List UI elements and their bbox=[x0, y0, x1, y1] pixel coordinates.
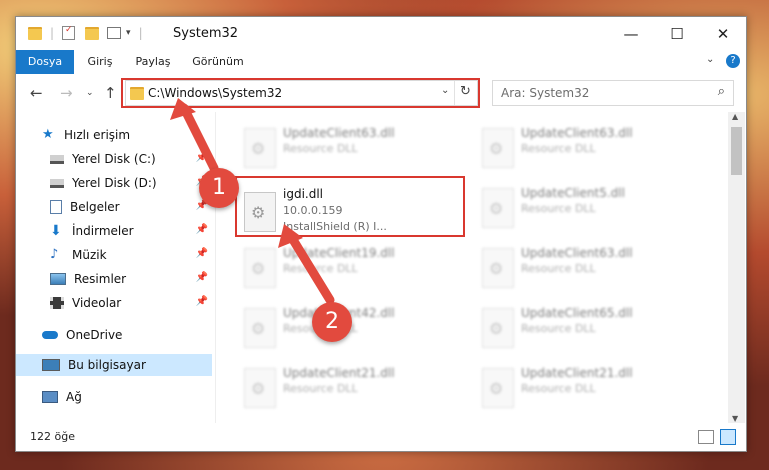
step-badge-2: 2 bbox=[312, 302, 352, 342]
annotation-arrows bbox=[170, 98, 335, 305]
step-badge-1: 1 bbox=[199, 168, 239, 208]
arrow-to-address-bar bbox=[179, 103, 219, 173]
arrow-to-file bbox=[287, 233, 335, 305]
